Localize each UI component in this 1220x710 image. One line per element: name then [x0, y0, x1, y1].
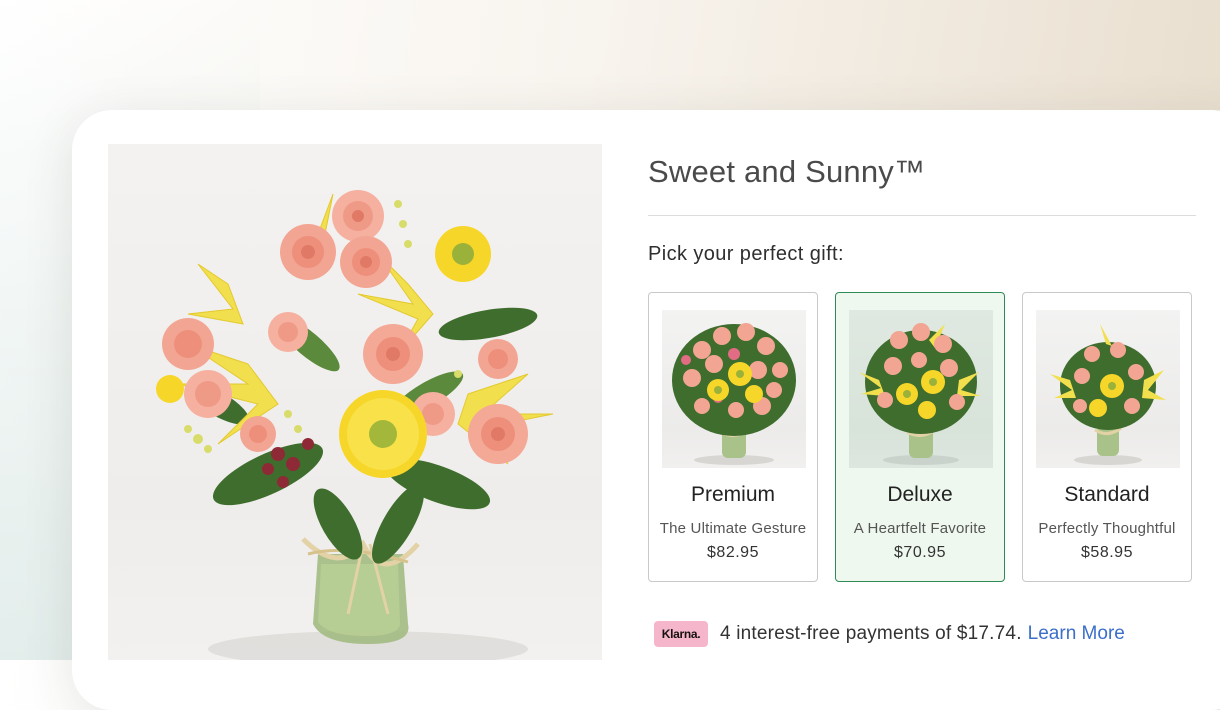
- option-image: [1036, 310, 1180, 468]
- size-option-group: Premium The Ultimate Gesture $82.95 Delu…: [648, 292, 1196, 584]
- option-price: $58.95: [1081, 544, 1133, 561]
- size-option-deluxe[interactable]: Deluxe A Heartfelt Favorite $70.95: [835, 292, 1005, 582]
- option-name: Premium: [690, 483, 775, 506]
- option-subtitle: The Ultimate Gesture: [659, 520, 807, 537]
- option-price: $70.95: [894, 544, 946, 561]
- klarna-financing: Klarna. 4 interest-free payments of $17.…: [654, 620, 1125, 648]
- picker-heading: Pick your perfect gift:: [648, 243, 844, 265]
- option-name: Deluxe: [887, 483, 953, 506]
- option-price: $82.95: [707, 544, 759, 561]
- klarna-message: 4 interest-free payments of $17.74.: [720, 623, 1022, 644]
- product-hero-image: [108, 144, 602, 660]
- option-image: [849, 310, 993, 468]
- option-name: Standard: [1064, 483, 1150, 506]
- size-option-standard[interactable]: Standard Perfectly Thoughtful $58.95: [1022, 292, 1192, 582]
- title-divider: [648, 215, 1196, 216]
- option-image: [662, 310, 806, 468]
- size-option-premium[interactable]: Premium The Ultimate Gesture $82.95: [648, 292, 818, 582]
- product-title: Sweet and Sunny™: [648, 154, 926, 189]
- option-subtitle: Perfectly Thoughtful: [1038, 520, 1176, 537]
- learn-more-link[interactable]: Learn More: [1028, 623, 1125, 645]
- klarna-logo-icon: Klarna.: [654, 621, 708, 647]
- option-subtitle: A Heartfelt Favorite: [853, 520, 987, 537]
